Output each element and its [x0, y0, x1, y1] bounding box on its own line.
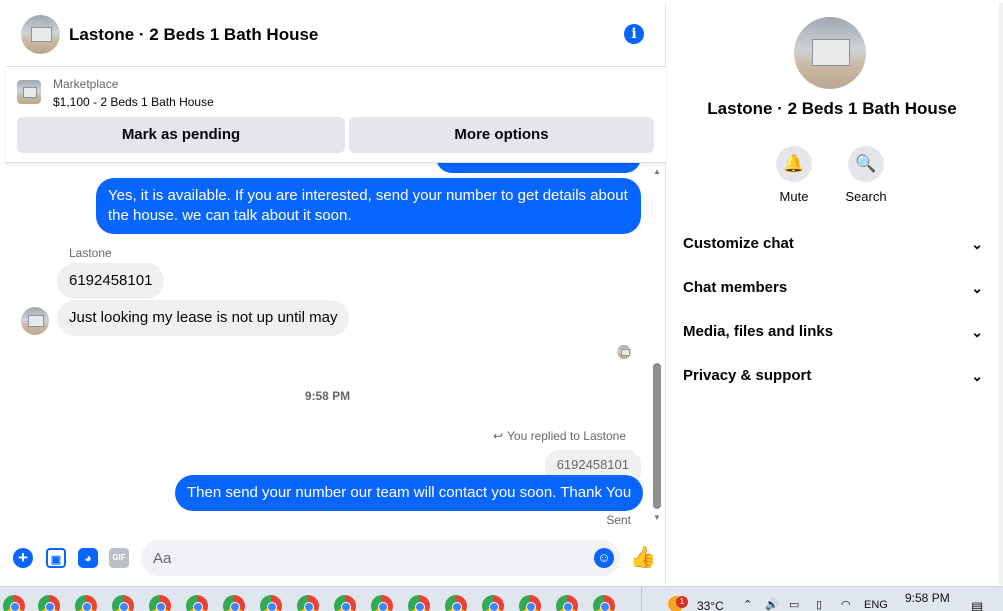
listing-price-title[interactable]: $1,100 - 2 Beds 1 Bath House [53, 95, 214, 109]
message-status: Sent [606, 513, 631, 527]
reply-note-text: You replied to Lastone [507, 429, 626, 443]
read-receipt-avatar [617, 345, 631, 359]
message-bubble-incoming[interactable]: Just looking my lease is not up until ma… [57, 300, 350, 336]
chevron-down-icon: ⌄ [971, 280, 983, 296]
taskbar-browser-icon[interactable] [334, 595, 356, 611]
taskbar-browser-icon[interactable] [112, 595, 134, 611]
chat-panel: Lastone · 2 Beds 1 Bath House i Marketpl… [6, 3, 666, 585]
gif-icon[interactable]: GIF [109, 548, 129, 568]
taskbar-browser-icon[interactable] [149, 595, 171, 611]
chat-header: Lastone · 2 Beds 1 Bath House i [6, 3, 666, 67]
chevron-down-icon: ⌄ [971, 368, 983, 384]
search-icon: 🔍 [848, 146, 884, 182]
chevron-down-icon: ⌄ [971, 324, 983, 340]
composer-bar: + ▣ ◕ GIF ☺ 👍 [6, 533, 666, 583]
mute-button[interactable]: 🔔 Mute [764, 146, 824, 204]
taskbar-browser-icon[interactable] [297, 595, 319, 611]
messenger-window: Lastone · 2 Beds 1 Bath House i Marketpl… [0, 0, 1003, 611]
plus-icon[interactable]: + [13, 548, 33, 568]
chevron-down-icon: ⌄ [971, 236, 983, 252]
privacy-support-row[interactable]: Privacy & support ⌄ [683, 354, 983, 398]
conversation-info-panel: Lastone · 2 Beds 1 Bath House 🔔 Mute 🔍 S… [667, 3, 997, 585]
row-label: Privacy & support [683, 367, 812, 384]
sender-avatar[interactable] [21, 307, 49, 335]
taskbar-browser-icon[interactable] [186, 595, 208, 611]
listing-thumbnail[interactable] [17, 80, 41, 104]
taskbar-browser-icon[interactable] [408, 595, 430, 611]
taskbar-browser-icon[interactable] [556, 595, 578, 611]
message-list: Yes, it is available. If you are interes… [6, 163, 666, 528]
info-icon[interactable]: i [624, 24, 644, 44]
chat-members-row[interactable]: Chat members ⌄ [683, 266, 983, 310]
more-options-button[interactable]: More options [349, 117, 654, 153]
row-label: Chat members [683, 279, 788, 296]
battery-icon[interactable]: ▭ [789, 598, 799, 611]
listing-avatar[interactable] [21, 15, 60, 54]
sender-name: Lastone [69, 246, 112, 260]
taskbar-browser-icon[interactable] [38, 595, 60, 611]
taskbar-clock[interactable]: 9:58 PM [905, 591, 950, 605]
thumbs-up-icon[interactable]: 👍 [630, 546, 656, 570]
taskbar-browser-icon[interactable] [75, 595, 97, 611]
message-bubble-incoming[interactable]: 6192458101 [57, 263, 165, 299]
chat-title[interactable]: Lastone · 2 Beds 1 Bath House [69, 25, 318, 45]
customize-chat-row[interactable]: Customize chat ⌄ [683, 222, 983, 266]
emoji-icon[interactable]: ☺ [594, 548, 614, 568]
taskbar-browser-icon[interactable] [3, 595, 25, 611]
temperature-label[interactable]: 33°C [697, 599, 724, 611]
notification-center-icon[interactable]: ▤ [971, 599, 983, 611]
phone-link-icon[interactable]: ▯ [816, 598, 822, 611]
info-title: Lastone · 2 Beds 1 Bath House [707, 99, 957, 118]
message-scrollbar[interactable]: ▲ ▼ [649, 163, 665, 528]
search-button[interactable]: 🔍 Search [836, 146, 896, 204]
listing-avatar-large[interactable] [794, 17, 866, 89]
mark-as-pending-button[interactable]: Mark as pending [17, 117, 345, 153]
search-label: Search [845, 189, 887, 204]
taskbar-browser-icon[interactable] [223, 595, 245, 611]
scrollbar-thumb[interactable] [653, 363, 661, 509]
reply-arrow-icon: ↩ [492, 429, 503, 443]
message-bubble-outgoing[interactable]: Then send your number our team will cont… [175, 475, 644, 511]
notification-badge: 1 [676, 596, 688, 608]
taskbar-browser-icon[interactable] [371, 595, 393, 611]
bell-icon: 🔔 [776, 146, 812, 182]
taskbar-browser-icon[interactable] [445, 595, 467, 611]
row-label: Customize chat [683, 235, 794, 252]
time-separator: 9:58 PM [304, 389, 351, 403]
volume-icon[interactable]: 🔊 [765, 598, 779, 611]
message-bubble-outgoing-partial [436, 163, 641, 173]
message-bubble-outgoing[interactable]: Yes, it is available. If you are interes… [96, 178, 641, 234]
taskbar: 1 33°C ⌃ 🔊 ▭ ▯ ◠ ENG 9:58 PM ▤ [0, 586, 1003, 611]
message-input[interactable] [141, 540, 620, 576]
media-files-links-row[interactable]: Media, files and links ⌄ [683, 310, 983, 354]
row-label: Media, files and links [683, 323, 834, 340]
tray-chevron-up-icon[interactable]: ⌃ [743, 598, 752, 611]
scroll-down-arrow-icon[interactable]: ▼ [653, 513, 661, 522]
taskbar-browser-icon[interactable] [519, 595, 541, 611]
taskbar-divider [641, 587, 642, 611]
language-indicator[interactable]: ENG [864, 599, 888, 611]
wifi-icon[interactable]: ◠ [841, 598, 851, 611]
taskbar-browser-icon[interactable] [593, 595, 615, 611]
scroll-up-arrow-icon[interactable]: ▲ [653, 167, 661, 176]
page-scrollbar[interactable] [999, 3, 1003, 585]
taskbar-browser-icon[interactable] [260, 595, 282, 611]
mute-label: Mute [779, 189, 809, 204]
taskbar-browser-icon[interactable] [482, 595, 504, 611]
marketplace-label: Marketplace [53, 77, 119, 91]
marketplace-banner: Marketplace $1,100 - 2 Beds 1 Bath House… [6, 67, 666, 163]
sticker-icon[interactable]: ◕ [78, 548, 98, 568]
reply-note: ↩ You replied to Lastone [493, 429, 626, 443]
attach-image-icon[interactable]: ▣ [46, 548, 66, 568]
